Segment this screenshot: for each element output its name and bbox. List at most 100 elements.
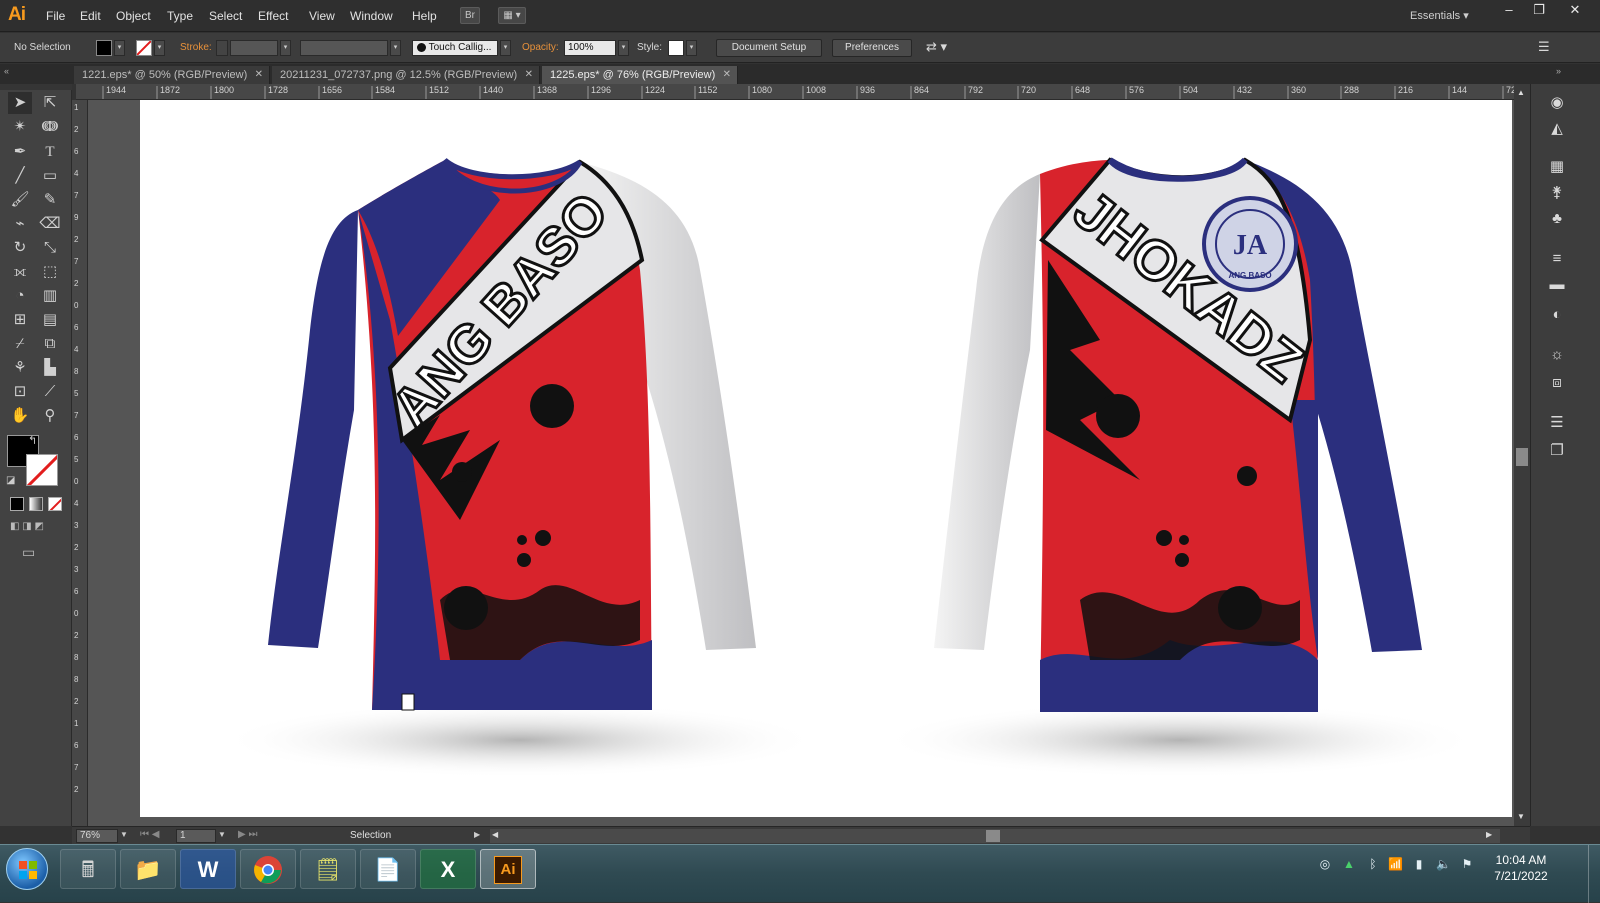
rectangle-tool-icon[interactable]: ▭ [38,165,62,187]
menu-type[interactable]: Type [167,9,193,23]
restore-button[interactable]: ❐ [1524,0,1554,20]
brushes-icon[interactable]: ⚵ [1545,182,1569,204]
layers-icon[interactable]: ☰ [1545,412,1569,434]
signal-tray-icon[interactable]: 📶 [1388,857,1403,873]
horizontal-scrollbar[interactable]: ◀ ▶ [490,829,1500,843]
stroke-label[interactable]: Stroke: [180,42,212,53]
profile-dropdown[interactable]: ▾ [390,40,401,56]
column-graph-tool-icon[interactable]: ▙ [38,357,62,379]
artboard[interactable]: ANG BASO JA ANG BASO JHOKADZ [140,100,1512,817]
sticky-notes-icon[interactable]: 🗒 [300,849,356,889]
artboard-dropdown-icon[interactable]: ▼ [218,830,226,839]
type-tool-icon[interactable]: T [38,141,62,163]
zoom-tool-icon[interactable]: ⚲ [38,405,62,427]
appearance-icon[interactable]: ☼ [1545,344,1569,366]
tab-1225[interactable]: 1225.eps* @ 76% (RGB/Preview) ✕ [542,66,738,84]
lasso-tool-icon[interactable]: ↈ [38,116,62,138]
show-desktop-button[interactable] [1588,845,1600,903]
scroll-right-arrow-icon[interactable]: ▶ [1486,830,1492,839]
eraser-tool-icon[interactable]: ⌫ [38,213,62,235]
status-tool-label[interactable]: Selection [350,830,391,841]
file-explorer-icon[interactable]: 📁 [120,849,176,889]
tab-close-icon[interactable]: ✕ [255,66,263,84]
rotate-tool-icon[interactable]: ↻ [8,237,32,259]
transparency-icon[interactable]: ◐ [1545,304,1569,326]
vertical-scrollbar[interactable]: ▲ ▼ [1514,84,1530,826]
shape-builder-tool-icon[interactable]: ◔ [8,285,32,307]
brush-definition[interactable]: Touch Callig... [412,40,498,56]
panel-menu-icon[interactable]: ☰ [1538,39,1550,55]
stroke-swatch[interactable] [136,40,152,56]
scroll-down-arrow-icon[interactable]: ▼ [1517,812,1525,821]
stroke-weight-field[interactable] [230,40,278,56]
magic-wand-tool-icon[interactable]: ✴ [8,116,32,138]
pencil-tool-icon[interactable]: ✎ [38,189,62,211]
menu-object[interactable]: Object [116,9,151,23]
symbol-sprayer-tool-icon[interactable]: ⚘ [8,357,32,379]
status-menu-arrow-icon[interactable]: ▶ [474,830,480,839]
gradient-tool-icon[interactable]: ▤ [38,309,62,331]
zoom-level-field[interactable]: 76% [76,829,118,843]
front-jersey[interactable]: ANG BASO [220,158,820,778]
perspective-grid-tool-icon[interactable]: ▥ [38,285,62,307]
volume-tray-icon[interactable]: 🔈 [1436,857,1451,873]
mesh-tool-icon[interactable]: ⊞ [8,309,32,331]
selection-tool-icon[interactable]: ➤ [8,92,32,114]
action-center-flag-icon[interactable]: ⚑ [1460,857,1474,873]
hand-tool-icon[interactable]: ✋ [8,405,32,427]
artboards-icon[interactable]: ❐ [1545,440,1569,462]
symbols-icon[interactable]: ♣ [1545,208,1569,230]
opacity-dropdown[interactable]: ▾ [618,40,629,56]
tab-close-icon[interactable]: ✕ [525,66,533,84]
tab-close-icon[interactable]: ✕ [723,66,731,84]
variable-width-profile[interactable] [300,40,388,56]
color-panel-icon[interactable]: ◭ [1545,118,1569,140]
excel-icon[interactable]: X [420,849,476,889]
paintbrush-tool-icon[interactable]: 🖌 [8,189,32,211]
chrome-icon[interactable] [240,849,296,889]
color-guide-icon[interactable]: ◉ [1545,92,1569,114]
document-setup-button[interactable]: Document Setup [716,39,822,57]
word-icon[interactable]: W [180,849,236,889]
line-segment-tool-icon[interactable]: ╱ [8,165,32,187]
menu-help[interactable]: Help [412,9,437,23]
stroke-stepper[interactable] [216,40,228,56]
opacity-label[interactable]: Opacity: [522,42,559,53]
back-jersey[interactable]: JA ANG BASO JHOKADZ [880,157,1480,778]
opacity-field[interactable]: 100% [564,40,616,56]
network-tray-icon[interactable]: ◎ [1318,857,1332,873]
stroke-color-swatch[interactable] [26,454,58,486]
menu-edit[interactable]: Edit [80,9,101,23]
drawing-modes-icon[interactable]: ◧ ◨ ◩ [10,521,62,535]
preferences-button[interactable]: Preferences [832,39,912,57]
fill-dropdown[interactable]: ▾ [114,40,125,56]
color-mode-icon[interactable] [10,497,24,511]
close-button[interactable]: ✕ [1560,0,1590,20]
bridge-button[interactable]: Br [460,7,480,24]
minimize-button[interactable]: – [1494,0,1524,20]
blend-tool-icon[interactable]: ⧉ [38,333,62,355]
arrange-icon[interactable]: ⇄ ▾ [926,39,947,55]
power-tray-icon[interactable]: ▮ [1412,857,1426,873]
stroke-dropdown[interactable]: ▾ [154,40,165,56]
stroke-panel-icon[interactable]: ≡ [1545,248,1569,270]
tab-1221[interactable]: 1221.eps* @ 50% (RGB/Preview) ✕ [74,66,270,84]
swap-fill-stroke-icon[interactable]: ↰ [28,434,37,447]
horizontal-ruler[interactable]: 1944 1872 1800 1728 1656 1584 1512 1440 … [76,84,1530,100]
menu-select[interactable]: Select [209,9,242,23]
artboard-number-field[interactable]: 1 [176,829,216,843]
eyedropper-tool-icon[interactable]: ⌿ [8,333,32,355]
stroke-weight-dropdown[interactable]: ▾ [280,40,291,56]
swatches-icon[interactable]: ▦ [1545,156,1569,178]
illustrator-taskbar-icon[interactable]: Ai [480,849,536,889]
screen-mode-icon[interactable]: ▭ [22,544,35,561]
free-transform-tool-icon[interactable]: ⬚ [38,261,62,283]
scroll-up-arrow-icon[interactable]: ▲ [1517,88,1525,97]
bluetooth-tray-icon[interactable]: ᛒ [1366,857,1380,873]
first-artboard-icon[interactable]: ⏮ ◀ [140,829,159,840]
zoom-dropdown-icon[interactable]: ▼ [120,830,128,839]
taskbar-clock[interactable]: 10:04 AM 7/21/2022 [1486,852,1556,884]
direct-selection-tool-icon[interactable]: ⇱ [38,92,62,114]
workspace-switcher[interactable]: Essentials ▾ [1410,9,1469,22]
blob-brush-tool-icon[interactable]: ⌁ [8,213,32,235]
